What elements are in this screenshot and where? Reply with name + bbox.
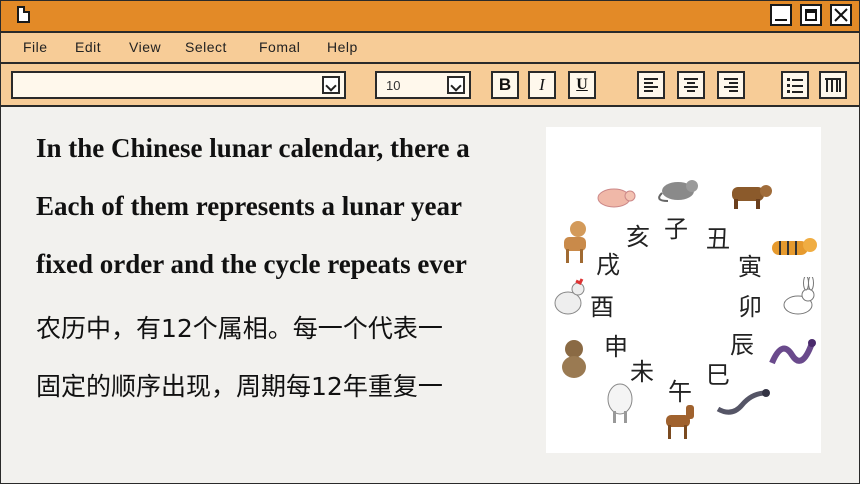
rooster-icon	[554, 278, 585, 315]
bullet-list-icon	[787, 78, 803, 93]
zodiac-char-chou: 丑	[706, 225, 730, 253]
document-line-5: 固定的顺序出现，周期每12年重复一	[36, 372, 443, 401]
format-toolbar: 10 B I U	[1, 64, 859, 107]
align-right-icon	[724, 78, 738, 92]
dog-icon	[564, 221, 586, 263]
underline-button[interactable]: U	[568, 71, 596, 99]
zodiac-char-chen: 辰	[730, 331, 754, 359]
pig-icon	[597, 188, 636, 208]
horse-icon	[666, 405, 694, 439]
goat-icon	[607, 383, 633, 423]
document-line-4: 农历中，有12个属相。每一个代表一	[36, 314, 443, 343]
bullet-list-button[interactable]	[781, 71, 809, 99]
zodiac-char-yin: 寅	[738, 253, 762, 281]
rabbit-icon	[783, 277, 815, 315]
align-left-button[interactable]	[637, 71, 665, 99]
document-line-1: In the Chinese lunar calendar, there a	[36, 133, 470, 163]
tiger-icon	[772, 238, 817, 255]
maximize-button[interactable]	[800, 4, 822, 26]
ox-icon	[732, 185, 772, 209]
snake-icon	[716, 389, 770, 415]
zodiac-char-shen: 申	[604, 333, 628, 361]
menu-help[interactable]: Help	[327, 39, 358, 55]
menu-select[interactable]: Select	[185, 39, 227, 55]
chevron-down-icon[interactable]	[322, 76, 340, 94]
title-bar[interactable]	[1, 1, 859, 33]
align-left-icon	[644, 78, 658, 92]
italic-button[interactable]: I	[528, 71, 556, 99]
align-right-button[interactable]	[717, 71, 745, 99]
font-family-select[interactable]	[11, 71, 346, 99]
zodiac-char-hai: 亥	[626, 223, 650, 251]
document-line-2: Each of them represents a lunar year	[36, 191, 462, 221]
rat-icon	[658, 180, 698, 202]
dragon-icon	[769, 339, 816, 365]
menu-view[interactable]: View	[129, 39, 161, 55]
zodiac-wheel-image: 子 丑 寅 卯 辰 巳 午 未 申 酉 戌 亥	[546, 127, 821, 453]
font-size-value: 10	[386, 78, 401, 93]
zodiac-char-mao: 卯	[738, 293, 762, 321]
menu-bar: File Edit View Select Fomal Help	[1, 33, 859, 64]
monkey-icon	[562, 340, 586, 378]
menu-file[interactable]: File	[23, 39, 48, 55]
columns-button[interactable]	[819, 71, 847, 99]
align-center-button[interactable]	[677, 71, 705, 99]
zodiac-char-you: 酉	[590, 293, 614, 321]
columns-icon	[825, 78, 841, 92]
bold-button[interactable]: B	[491, 71, 519, 99]
chevron-down-icon[interactable]	[447, 76, 465, 94]
menu-format[interactable]: Fomal	[259, 39, 300, 55]
menu-edit[interactable]: Edit	[75, 39, 101, 55]
close-icon	[834, 8, 848, 22]
document-line-3: fixed order and the cycle repeats ever	[36, 249, 467, 279]
close-button[interactable]	[830, 4, 852, 26]
zodiac-char-zi: 子	[664, 215, 688, 243]
zodiac-char-xu: 戌	[596, 251, 620, 279]
minimize-button[interactable]	[770, 4, 792, 26]
align-center-icon	[684, 78, 698, 92]
font-size-select[interactable]: 10	[375, 71, 471, 99]
document-icon	[17, 6, 30, 23]
